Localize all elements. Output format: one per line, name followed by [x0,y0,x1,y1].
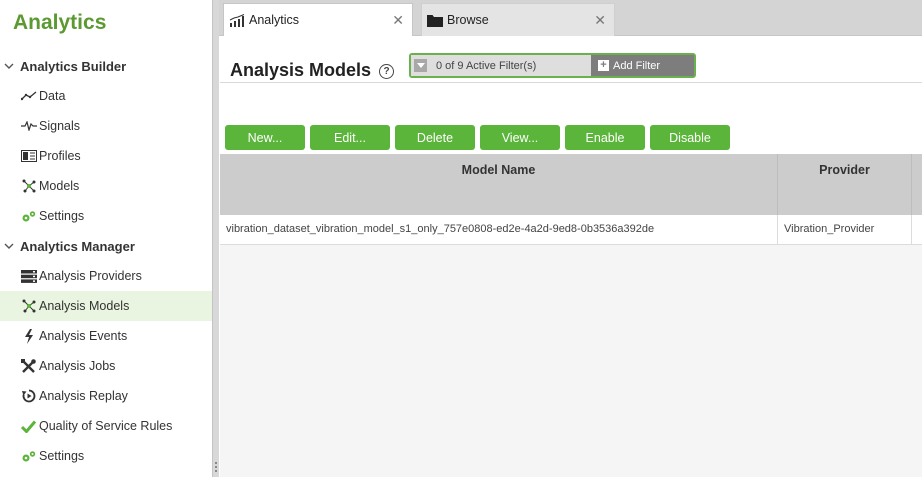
edit-button[interactable]: Edit... [310,125,390,150]
sidebar-item-signals[interactable]: Signals [0,111,212,141]
model-name-cell: vibration_dataset_vibration_model_s1_onl… [220,215,778,244]
server-icon [20,268,37,284]
add-filter-button[interactable]: + Add Filter [591,55,694,76]
sidebar-item-label: Settings [39,209,85,223]
replay-icon [20,388,37,404]
page-title: Analysis Models [230,60,372,80]
help-icon[interactable]: ? [379,64,394,79]
sidebar-item-label: Analysis Models [39,299,130,313]
sidebar-item-label: Settings [39,449,85,463]
add-filter-label: Add Filter [613,59,661,72]
tab-label: Analytics [249,13,300,27]
section-label: Analytics Builder [20,58,127,74]
sidebar-item-models[interactable]: Models [0,171,212,201]
table-header: Model Name Provider [220,154,922,215]
close-icon[interactable]: ✕ [594,12,606,29]
provider-cell: Vibration_Provider [778,215,912,244]
tools-icon [20,358,37,374]
sidebar-item-profiles[interactable]: Profiles [0,141,212,171]
plus-icon: + [598,60,609,71]
sidebar-item-label: Analysis Replay [39,389,128,403]
app-title: Analytics [13,11,107,34]
main-panel: Analysis Models ? 0 of 9 Active Filter(s… [220,36,922,477]
section-analytics-manager[interactable]: Analytics Manager [0,231,212,261]
gears-icon [20,208,37,224]
sidebar-item-label: Analysis Events [39,329,128,343]
lightning-icon [20,328,37,344]
new-button[interactable]: New... [225,125,305,150]
sidebar-item-label: Analysis Jobs [39,359,116,373]
table-row[interactable]: vibration_dataset_vibration_model_s1_onl… [220,215,922,245]
sidebar-splitter[interactable] [212,0,219,477]
sidebar-item-manager-settings[interactable]: Settings [0,441,212,471]
gears-icon [20,448,37,464]
sidebar-item-quality-of-service-rules[interactable]: Quality of Service Rules [0,411,212,441]
close-icon[interactable]: ✕ [392,12,404,29]
sidebar-item-label: Analysis Providers [39,269,142,283]
column-header-provider[interactable]: Provider [778,154,912,215]
view-button[interactable]: View... [480,125,560,150]
delete-button[interactable]: Delete [395,125,475,150]
sidebar-item-label: Profiles [39,149,81,163]
panel-header: Analysis Models ? 0 of 9 Active Filter(s… [220,36,922,82]
enable-button[interactable]: Enable [565,125,645,150]
tab-browse[interactable]: Browse ✕ [421,3,615,36]
disable-button[interactable]: Disable [650,125,730,150]
section-analytics-builder[interactable]: Analytics Builder [0,51,212,81]
checkmark-icon [20,418,37,434]
sidebar-item-analysis-jobs[interactable]: Analysis Jobs [0,351,212,381]
sidebar-item-data[interactable]: Data [0,81,212,111]
column-header-model-name[interactable]: Model Name [220,154,778,215]
sidebar-item-analysis-models[interactable]: Analysis Models [0,291,212,321]
sidebar-item-settings[interactable]: Settings [0,201,212,231]
section-label: Analytics Manager [20,238,135,254]
line-chart-icon [20,88,37,104]
sidebar-item-label: Data [39,89,66,103]
splitter-grip-icon[interactable] [215,462,217,474]
network-node-icon [20,298,37,314]
sidebar-item-label: Quality of Service Rules [39,419,173,433]
folder-icon [427,14,445,27]
sidebar: Analytics Analytics Builder Data Signals… [0,0,212,477]
sidebar-item-label: Models [39,179,80,193]
tab-label: Browse [447,13,489,27]
bar-chart-icon [229,13,247,27]
sidebar-item-analysis-replay[interactable]: Analysis Replay [0,381,212,411]
sidebar-item-label: Signals [39,119,80,133]
profile-card-icon [20,148,37,164]
waveform-icon [20,118,37,134]
filter-dropdown[interactable]: 0 of 9 Active Filter(s) [411,55,591,76]
network-node-icon [20,178,37,194]
dropdown-arrow-icon[interactable] [414,59,427,72]
filter-control: 0 of 9 Active Filter(s) + Add Filter [409,53,696,78]
tab-analytics[interactable]: Analytics ✕ [223,3,413,36]
sidebar-item-analysis-providers[interactable]: Analysis Providers [0,261,212,291]
filter-status: 0 of 9 Active Filter(s) [436,59,537,72]
sidebar-item-analysis-events[interactable]: Analysis Events [0,321,212,351]
chevron-down-icon[interactable] [4,63,14,70]
tab-bar: Analytics ✕ Browse ✕ [219,0,922,36]
chevron-down-icon[interactable] [4,243,14,250]
